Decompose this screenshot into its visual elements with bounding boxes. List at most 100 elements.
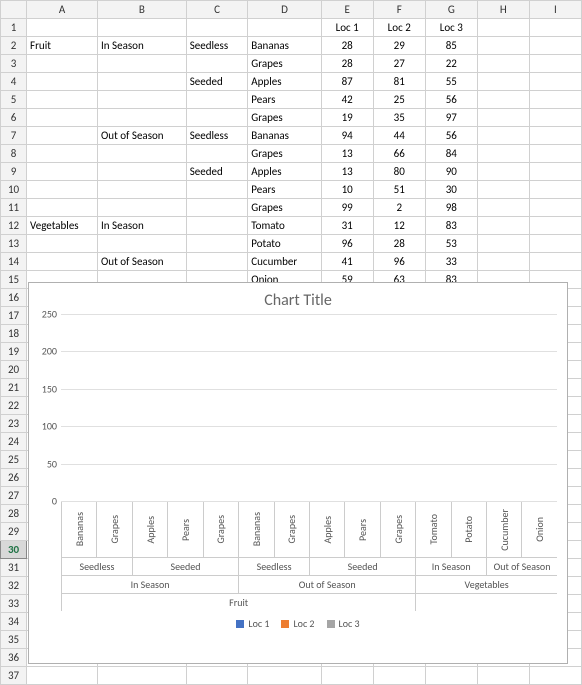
row-header[interactable]: 7	[1, 127, 27, 145]
cell[interactable]	[248, 19, 321, 37]
cell[interactable]	[186, 667, 248, 685]
row[interactable]: 5Pears422556	[1, 91, 582, 109]
row-header[interactable]: 4	[1, 73, 27, 91]
cell[interactable]	[529, 217, 581, 235]
cell[interactable]	[98, 55, 187, 73]
cell[interactable]	[477, 91, 529, 109]
cell[interactable]: 55	[425, 73, 477, 91]
cell[interactable]	[529, 235, 581, 253]
cell[interactable]: Grapes	[248, 199, 321, 217]
row-header[interactable]: 26	[1, 469, 27, 487]
cell[interactable]	[373, 667, 425, 685]
row[interactable]: 12VegetablesIn SeasonTomato311283	[1, 217, 582, 235]
cell[interactable]: Fruit	[27, 37, 98, 55]
cell[interactable]	[186, 235, 248, 253]
cell[interactable]: 28	[373, 235, 425, 253]
col-header[interactable]: G	[425, 1, 477, 19]
cell[interactable]: Potato	[248, 235, 321, 253]
cell[interactable]: Grapes	[248, 145, 321, 163]
row-header[interactable]: 9	[1, 163, 27, 181]
cell[interactable]: 84	[425, 145, 477, 163]
cell[interactable]	[529, 37, 581, 55]
cell[interactable]: Out of Season	[98, 253, 187, 271]
cell[interactable]: 33	[425, 253, 477, 271]
cell[interactable]	[477, 163, 529, 181]
row-header[interactable]: 15	[1, 271, 27, 289]
cell[interactable]: 56	[425, 127, 477, 145]
cell[interactable]	[477, 73, 529, 91]
row-header[interactable]: 31	[1, 559, 27, 577]
row-header[interactable]: 22	[1, 397, 27, 415]
col-header[interactable]: B	[98, 1, 187, 19]
cell[interactable]	[186, 145, 248, 163]
cell[interactable]: 41	[321, 253, 373, 271]
row-header[interactable]: 33	[1, 595, 27, 613]
row[interactable]: 9SeededApples138090	[1, 163, 582, 181]
row[interactable]: 1Loc 1Loc 2Loc 3	[1, 19, 582, 37]
cell[interactable]: 90	[425, 163, 477, 181]
cell[interactable]	[529, 73, 581, 91]
cell[interactable]: Seeded	[186, 163, 248, 181]
row-header[interactable]: 5	[1, 91, 27, 109]
cell[interactable]	[529, 19, 581, 37]
cell[interactable]	[529, 181, 581, 199]
row-header[interactable]: 8	[1, 145, 27, 163]
cell[interactable]: Seeded	[186, 73, 248, 91]
cell[interactable]	[529, 667, 581, 685]
row[interactable]: 11Grapes99298	[1, 199, 582, 217]
cell[interactable]: 28	[321, 55, 373, 73]
row[interactable]: 3Grapes282722	[1, 55, 582, 73]
cell[interactable]: Vegetables	[27, 217, 98, 235]
cell[interactable]	[186, 199, 248, 217]
cell[interactable]	[186, 217, 248, 235]
cell[interactable]	[27, 91, 98, 109]
cell[interactable]	[27, 55, 98, 73]
cell[interactable]: Out of Season	[98, 127, 187, 145]
cell[interactable]: 25	[373, 91, 425, 109]
cell[interactable]	[477, 109, 529, 127]
cell[interactable]: Seedless	[186, 37, 248, 55]
row-header[interactable]: 17	[1, 307, 27, 325]
cell[interactable]: 98	[425, 199, 477, 217]
row[interactable]: 14Out of SeasonCucumber419633	[1, 253, 582, 271]
cell[interactable]: 35	[373, 109, 425, 127]
row-header[interactable]: 25	[1, 451, 27, 469]
cell[interactable]	[186, 109, 248, 127]
cell[interactable]	[27, 73, 98, 91]
cell[interactable]: 96	[373, 253, 425, 271]
row[interactable]: 6Grapes193597	[1, 109, 582, 127]
cell[interactable]	[98, 667, 187, 685]
col-header[interactable]: F	[373, 1, 425, 19]
row-header[interactable]: 28	[1, 505, 27, 523]
row-header[interactable]: 34	[1, 613, 27, 631]
cell[interactable]	[529, 127, 581, 145]
row-header[interactable]: 21	[1, 379, 27, 397]
row-header[interactable]: 3	[1, 55, 27, 73]
cell[interactable]: 99	[321, 199, 373, 217]
row-header[interactable]: 12	[1, 217, 27, 235]
cell[interactable]	[98, 181, 187, 199]
cell[interactable]	[529, 91, 581, 109]
row-header[interactable]: 14	[1, 253, 27, 271]
select-all-corner[interactable]	[1, 1, 27, 19]
cell[interactable]: Apples	[248, 73, 321, 91]
cell[interactable]	[27, 109, 98, 127]
cell[interactable]: Apples	[248, 163, 321, 181]
cell[interactable]: Loc 2	[373, 19, 425, 37]
cell[interactable]	[27, 19, 98, 37]
cell[interactable]	[477, 127, 529, 145]
cell[interactable]	[477, 181, 529, 199]
col-header[interactable]: E	[321, 1, 373, 19]
cell[interactable]: 12	[373, 217, 425, 235]
cell[interactable]	[186, 181, 248, 199]
cell[interactable]	[477, 145, 529, 163]
cell[interactable]: 2	[373, 199, 425, 217]
cell[interactable]: 53	[425, 235, 477, 253]
cell[interactable]	[27, 145, 98, 163]
cell[interactable]: 66	[373, 145, 425, 163]
row-header[interactable]: 6	[1, 109, 27, 127]
cell[interactable]: 29	[373, 37, 425, 55]
cell[interactable]: Grapes	[248, 109, 321, 127]
cell[interactable]: 87	[321, 73, 373, 91]
cell[interactable]	[529, 163, 581, 181]
